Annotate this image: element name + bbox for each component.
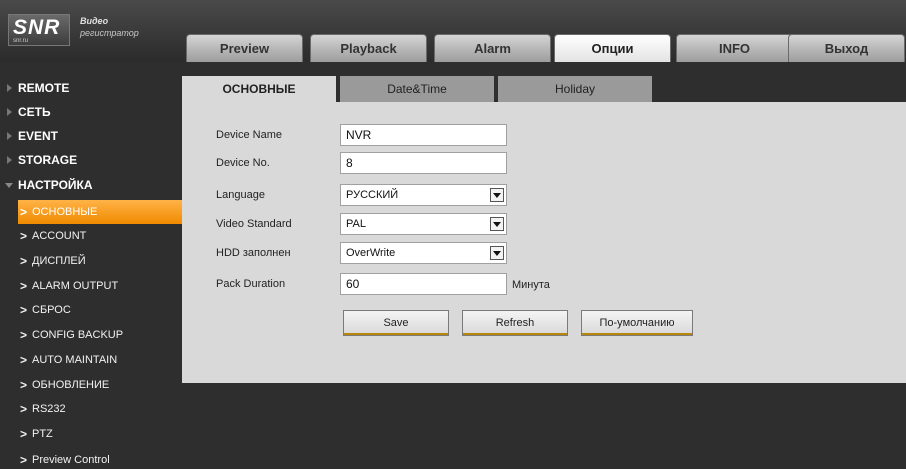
tab-info[interactable]: INFO [676, 34, 793, 62]
sidebar-item-label: СБРОС [32, 304, 71, 316]
sidebar-item-label: RS232 [32, 403, 66, 415]
subtab-general[interactable]: ОСНОВНЫЕ [182, 76, 336, 102]
sidebar-item-label: ДИСПЛЕЙ [32, 255, 86, 267]
sidebar-category-event[interactable]: EVENT [0, 124, 182, 148]
tab-options[interactable]: Опции [554, 34, 671, 62]
dropdown-arrow-icon [490, 246, 504, 260]
default-button[interactable]: По-умолчанию [581, 310, 693, 336]
chevron-right-icon: > [20, 427, 28, 441]
sidebar-item-label: ACCOUNT [32, 230, 87, 242]
logo-badge: SNR snr.ru [8, 14, 70, 46]
sidebar-item-ptz[interactable]: > PTZ [18, 422, 182, 446]
collapsed-arrow-icon [0, 124, 18, 148]
settings-panel [182, 102, 906, 383]
sidebar-item-rs232[interactable]: > RS232 [18, 397, 182, 421]
subtab-holiday[interactable]: Holiday [498, 76, 652, 102]
logo-tagline-2: регистратор [80, 28, 139, 38]
chevron-right-icon: > [20, 402, 28, 416]
chevron-right-icon: > [20, 453, 28, 467]
sidebar-category-remote[interactable]: REMOTE [0, 76, 182, 100]
dropdown-arrow-icon [490, 217, 504, 231]
top-bar: SNR snr.ru Видео регистратор Preview Pla… [0, 0, 906, 62]
sidebar-category-label: STORAGE [18, 153, 78, 167]
sidebar-item-auto-maintain[interactable]: > AUTO MAINTAIN [18, 348, 182, 372]
chevron-right-icon: > [20, 378, 28, 392]
video-standard-label: Video Standard [216, 218, 292, 230]
sidebar-item-account[interactable]: > ACCOUNT [18, 224, 182, 248]
sidebar-category-network[interactable]: СЕТЬ [0, 100, 182, 124]
chevron-right-icon: > [20, 353, 28, 367]
chevron-right-icon: > [20, 303, 28, 317]
hdd-full-value: OverWrite [346, 247, 396, 259]
collapsed-arrow-icon [0, 148, 18, 172]
sidebar-category-label: REMOTE [18, 81, 70, 95]
sidebar-item-display[interactable]: > ДИСПЛЕЙ [18, 249, 182, 273]
sidebar-category-label: НАСТРОЙКА [18, 178, 93, 192]
video-standard-value: PAL [346, 218, 366, 230]
sidebar-category-storage[interactable]: STORAGE [0, 148, 182, 172]
logo-subtext: snr.ru [13, 38, 29, 44]
collapsed-arrow-icon [0, 76, 18, 100]
sidebar-item-label: ОСНОВНЫЕ [32, 206, 98, 218]
language-label: Language [216, 189, 265, 201]
subtab-date-time[interactable]: Date&Time [340, 76, 494, 102]
pack-duration-input[interactable] [340, 273, 507, 295]
collapsed-arrow-icon [0, 100, 18, 124]
sidebar-category-label: EVENT [18, 129, 59, 143]
tab-alarm[interactable]: Alarm [434, 34, 551, 62]
sidebar-item-reset[interactable]: > СБРОС [18, 298, 182, 322]
sidebar-item-label: ОБНОВЛЕНИЕ [32, 379, 110, 391]
sidebar-item-general[interactable]: > ОСНОВНЫЕ [18, 200, 182, 224]
chevron-right-icon: > [20, 205, 28, 219]
logo-text: SNR [13, 16, 61, 39]
chevron-right-icon: > [20, 328, 28, 342]
sidebar-item-label: CONFIG BACKUP [32, 329, 124, 341]
sidebar-item-label: AUTO MAINTAIN [32, 354, 118, 366]
tab-exit[interactable]: Выход [788, 34, 905, 62]
dropdown-arrow-icon [490, 188, 504, 202]
tab-playback[interactable]: Playback [310, 34, 427, 62]
pack-duration-label: Pack Duration [216, 278, 286, 290]
refresh-button[interactable]: Refresh [462, 310, 568, 336]
device-no-label: Device No. [216, 157, 270, 169]
pack-duration-unit: Минута [512, 279, 550, 291]
video-standard-select[interactable]: PAL [340, 213, 507, 235]
device-name-input[interactable] [340, 124, 507, 146]
sidebar-item-alarm-output[interactable]: > ALARM OUTPUT [18, 274, 182, 298]
sidebar-item-upgrade[interactable]: > ОБНОВЛЕНИЕ [18, 373, 182, 397]
expanded-arrow-icon [0, 173, 18, 197]
chevron-right-icon: > [20, 254, 28, 268]
sidebar-item-label: PTZ [32, 428, 53, 440]
sidebar: REMOTE СЕТЬ EVENT STORAGE НАСТРОЙКА > ОС… [0, 76, 182, 469]
hdd-full-select[interactable]: OverWrite [340, 242, 507, 264]
chevron-right-icon: > [20, 279, 28, 293]
brand-logo: SNR snr.ru Видео регистратор [8, 14, 172, 46]
hdd-full-label: HDD заполнен [216, 247, 291, 259]
device-no-input[interactable] [340, 152, 507, 174]
save-button[interactable]: Save [343, 310, 449, 336]
sidebar-item-label: Preview Control [32, 454, 110, 466]
chevron-right-icon: > [20, 229, 28, 243]
sidebar-item-label: ALARM OUTPUT [32, 280, 119, 292]
device-name-label: Device Name [216, 129, 283, 141]
logo-tagline-1: Видео [80, 16, 109, 26]
language-select[interactable]: РУССКИЙ [340, 184, 507, 206]
sidebar-item-preview-control[interactable]: > Preview Control [18, 448, 182, 469]
tab-preview[interactable]: Preview [186, 34, 303, 62]
sidebar-item-config-backup[interactable]: > CONFIG BACKUP [18, 323, 182, 347]
sidebar-category-settings[interactable]: НАСТРОЙКА [0, 173, 182, 197]
language-value: РУССКИЙ [346, 189, 399, 201]
sidebar-category-label: СЕТЬ [18, 105, 51, 119]
